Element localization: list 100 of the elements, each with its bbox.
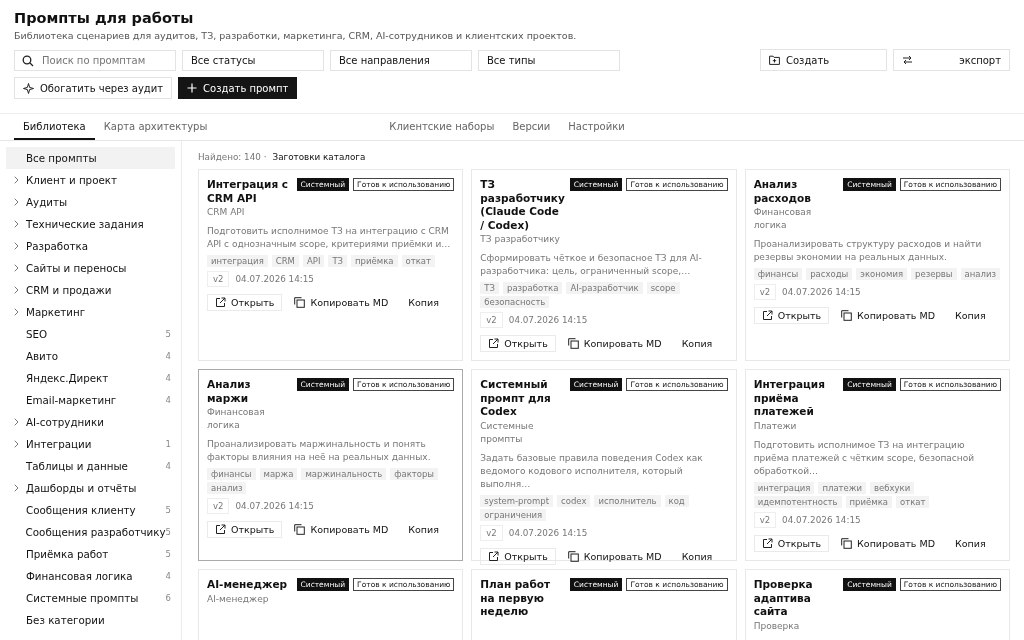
card-category: AI-менеджер <box>207 592 270 606</box>
card-category: Проверка <box>753 619 801 633</box>
card-category: CRM API <box>207 206 246 219</box>
sidebar-item[interactable]: Сайты и переносы <box>6 257 175 279</box>
tag: резервы <box>911 268 957 280</box>
card-date: 04.07.2026 14:15 <box>508 315 588 325</box>
enrich-button[interactable]: Обогатить через аудит <box>14 77 173 99</box>
card-category: Финансовая логика <box>207 406 266 432</box>
copy-icon <box>567 550 579 562</box>
tab[interactable]: Клиентские наборы <box>380 114 504 140</box>
open-button[interactable]: Открыть <box>753 307 830 324</box>
sidebar-item[interactable]: AI-сотрудники <box>6 411 175 433</box>
external-link-icon <box>488 338 500 349</box>
tab[interactable]: Библиотека <box>14 114 95 140</box>
tag: интеграция <box>753 481 815 494</box>
duplicate-button[interactable]: Копия <box>946 307 994 324</box>
card-title: AI-менеджер <box>207 578 289 592</box>
copy-md-button[interactable]: Копировать MD <box>286 521 397 538</box>
sidebar-item[interactable]: Яндекс.Директ 4 <box>6 367 175 389</box>
tag: платежи <box>818 481 866 494</box>
open-button[interactable]: Открыть <box>480 335 556 352</box>
open-button[interactable]: Открыть <box>207 294 283 311</box>
copy-md-button[interactable]: Копировать MD <box>286 294 397 311</box>
version-badge: v2 <box>207 498 230 514</box>
card-date: 04.07.2026 14:15 <box>782 287 861 297</box>
create-folder-button[interactable]: Создать <box>760 49 887 71</box>
tag: код <box>664 494 689 507</box>
card-category: Системные промпты <box>480 419 535 446</box>
sidebar-item[interactable]: Интеграции 1 <box>6 433 175 455</box>
tag: codex <box>557 494 591 507</box>
open-button[interactable]: Открыть <box>207 521 283 538</box>
prompt-card[interactable] <box>198 369 464 561</box>
copy-md-button[interactable]: Копировать MD <box>833 307 943 324</box>
tag: откат <box>896 495 930 508</box>
tag: финансы <box>753 268 803 280</box>
version-badge: v2 <box>753 511 777 528</box>
external-link-icon <box>761 537 773 549</box>
item-count: 5 <box>165 505 171 515</box>
card-title: План работ на первую неделю <box>480 578 552 619</box>
filter-dropdown[interactable]: Все направления <box>330 49 472 71</box>
sidebar-item[interactable]: Все промпты <box>6 147 175 169</box>
card-title: ТЗ разработчику (Claude Code / Codex) <box>480 178 566 232</box>
item-count: 1 <box>165 439 171 449</box>
sparkle-icon <box>23 82 34 94</box>
sidebar-item[interactable]: Маркетинг <box>6 301 175 323</box>
sidebar-item[interactable]: Клиент и проект <box>6 169 175 191</box>
item-count: 5 <box>165 527 171 537</box>
folder-icon <box>769 55 780 65</box>
sidebar-item[interactable]: Email-маркетинг 4 <box>6 389 175 411</box>
copy-md-button[interactable]: Копировать MD <box>559 547 670 565</box>
tag: разработка <box>503 282 563 294</box>
tag: идемпотентность <box>753 495 842 508</box>
open-button[interactable]: Открыть <box>480 547 556 565</box>
open-button[interactable]: Открыть <box>753 534 830 552</box>
sidebar-item[interactable]: Системные промпты 6 <box>6 587 175 609</box>
sidebar-item[interactable]: CRM и продажи <box>6 279 175 301</box>
item-count: 6 <box>165 593 171 603</box>
card-title: Проверка адаптива сайта <box>753 578 814 619</box>
card-title: Интеграция приёма платежей <box>753 378 826 419</box>
card-date: 04.07.2026 14:15 <box>235 274 314 284</box>
copy-md-button[interactable]: Копировать MD <box>559 335 670 352</box>
tag: расходы <box>806 268 853 280</box>
duplicate-button[interactable]: Копия <box>946 534 994 552</box>
item-count: 4 <box>165 351 171 361</box>
tab[interactable]: Настройки <box>559 114 634 140</box>
tag: экономия <box>856 268 908 280</box>
plus-icon <box>187 83 198 93</box>
sidebar-item[interactable]: SEO 5 <box>6 323 175 345</box>
tag: вебхуки <box>870 481 915 494</box>
duplicate-button[interactable]: Копия <box>400 294 447 311</box>
sidebar-item[interactable]: Таблицы и данные 4 <box>6 455 175 477</box>
search-icon <box>22 54 34 67</box>
card-category: ТЗ разработчику <box>480 233 561 246</box>
filter-dropdown[interactable]: Все статусы <box>182 49 324 71</box>
tag: приёмка <box>845 495 892 508</box>
sidebar-item[interactable]: Сообщения разработчику5 <box>6 521 175 543</box>
search-field[interactable]: Поиск по промптам <box>14 49 176 71</box>
sidebar-item[interactable]: Финансовая логика 4 <box>6 565 175 587</box>
duplicate-button[interactable]: Копия <box>673 335 721 352</box>
duplicate-button[interactable]: Копия <box>400 521 447 538</box>
tab[interactable]: Версии <box>503 114 560 140</box>
sidebar-item[interactable]: Сообщения клиенту 5 <box>6 499 175 521</box>
card-category: Финансовая логика <box>753 206 813 232</box>
copy-icon <box>294 524 306 535</box>
sidebar-item[interactable]: Технические задания <box>6 213 175 235</box>
sidebar-item[interactable]: Аудиты <box>6 191 175 213</box>
sidebar-item[interactable]: Авито 4 <box>6 345 175 367</box>
filter-dropdown[interactable]: Все типы <box>478 49 620 71</box>
duplicate-button[interactable]: Копия <box>673 547 721 565</box>
sidebar-item[interactable]: Разработка <box>6 235 175 257</box>
card-date: 04.07.2026 14:15 <box>235 501 314 511</box>
item-count: 4 <box>165 373 171 383</box>
tab[interactable]: Карта архитектуры <box>94 114 217 140</box>
sidebar-item[interactable]: Приёмка работ 5 <box>6 543 175 565</box>
export-button[interactable]: экспорт <box>893 49 1010 71</box>
sidebar-item[interactable]: Дашборды и отчёты <box>6 477 175 499</box>
sidebar-item[interactable]: Без категории <box>6 609 175 631</box>
create-prompt-button[interactable]: Создать промпт <box>178 77 298 99</box>
copy-md-button[interactable]: Копировать MD <box>833 534 943 552</box>
card-title: Анализ маржи <box>207 378 252 405</box>
